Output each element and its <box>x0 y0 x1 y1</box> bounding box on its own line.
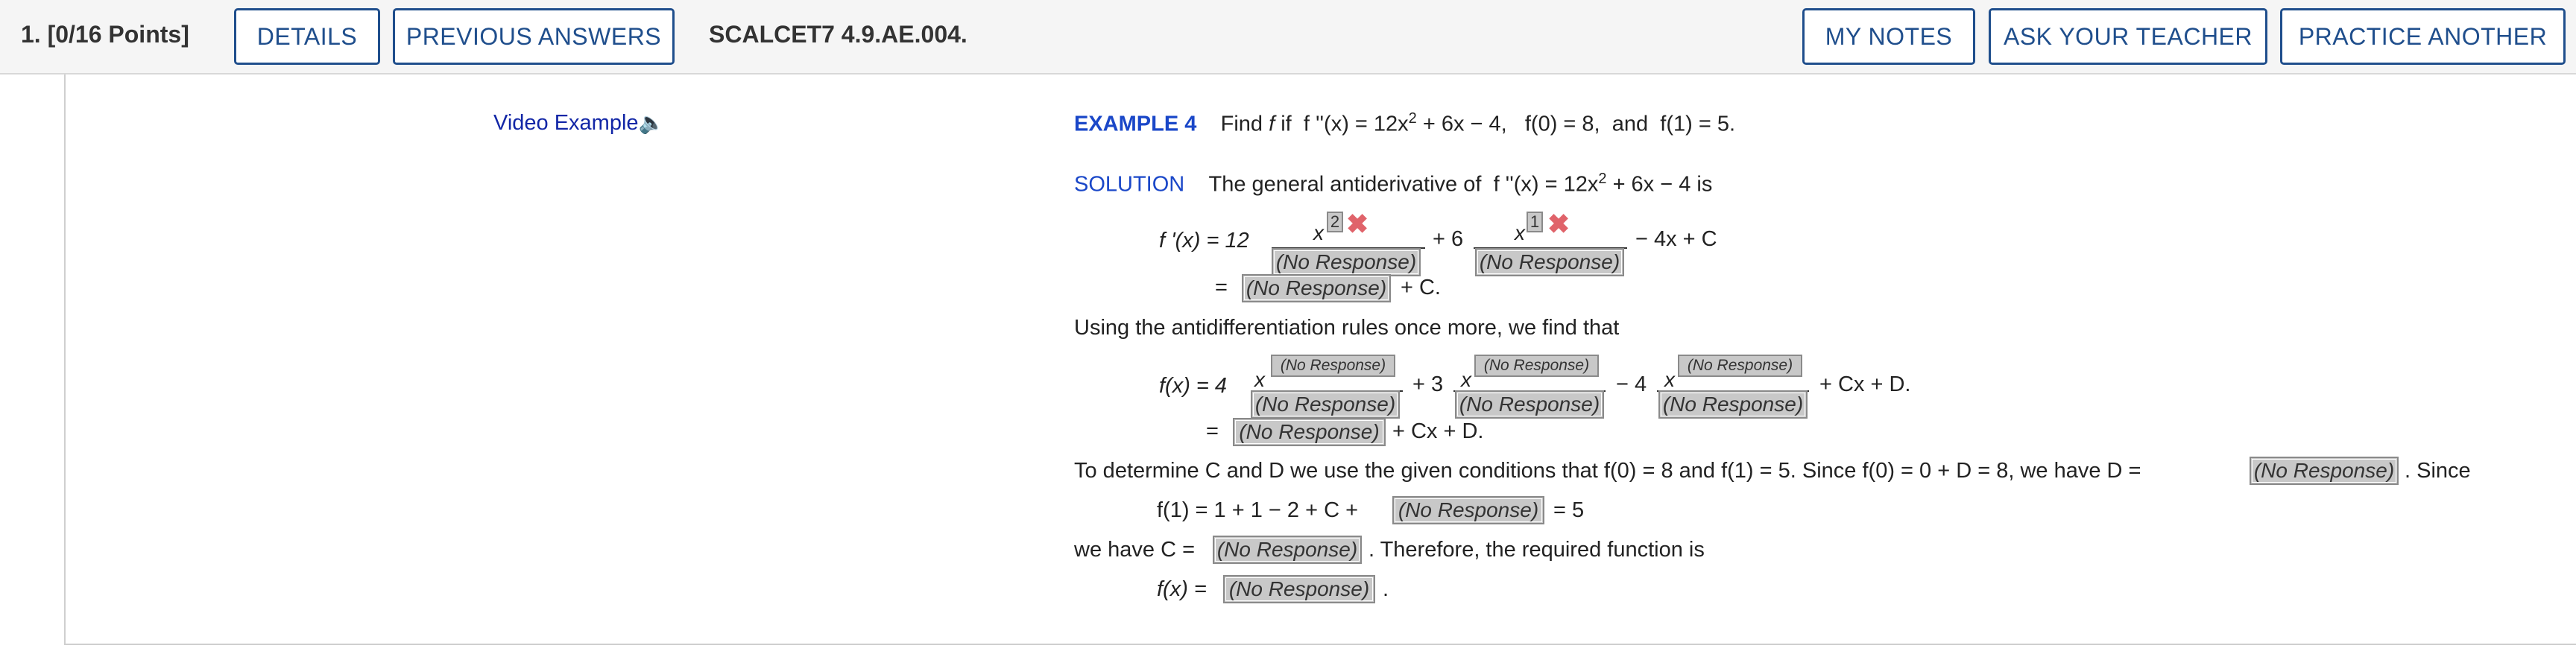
fx-denominator-3[interactable]: (No Response) <box>1658 390 1808 419</box>
determine-since: . Since <box>2405 459 2471 483</box>
determine-line-3-pre: we have C = <box>1074 538 1196 562</box>
speaker-icon: 🔈 <box>638 111 665 134</box>
details-button[interactable]: DETAILS <box>234 8 380 65</box>
fprime-eq: = <box>1215 276 1228 299</box>
final-lhs: f(x) = <box>1157 577 1207 601</box>
problem-code: SCALCET7 4.9.AE.004. <box>709 21 967 48</box>
example-f: f <box>1269 112 1275 136</box>
solution-expr: f ''(x) = 12x <box>1493 172 1599 197</box>
previous-answers-button[interactable]: PREVIOUS ANSWERS <box>393 8 675 65</box>
f1-answer[interactable]: (No Response) <box>1392 496 1544 524</box>
final-answer[interactable]: (No Response) <box>1223 575 1375 603</box>
fprime-plusC: + C. <box>1401 276 1441 299</box>
fx-minus4: − 4 <box>1616 372 1647 396</box>
incorrect-icon: ✖ <box>1346 209 1369 239</box>
fprime-exponent-2[interactable]: 1 <box>1527 212 1543 232</box>
fprime-plus6: + 6 <box>1433 227 1464 251</box>
using-text: Using the antidifferentiation rules once… <box>1074 316 1620 340</box>
fprime-lhs: f '(x) = 12 <box>1159 229 1249 253</box>
fprime-denominator-2[interactable]: (No Response) <box>1475 248 1624 276</box>
fprime-x2: x <box>1515 221 1525 244</box>
fx-exponent-1[interactable]: (No Response) <box>1271 355 1395 377</box>
fx-eq: = <box>1206 419 1219 443</box>
fprime-x1: x <box>1313 221 1324 244</box>
ask-your-teacher-button[interactable]: ASK YOUR TEACHER <box>1989 8 2267 65</box>
incorrect-icon: ✖ <box>1547 209 1570 239</box>
example-given-rest: + 6x − 4, <box>1422 112 1507 136</box>
fprime-exponent-1[interactable]: 2 <box>1327 212 1343 232</box>
determine-line-2-post: = 5 <box>1553 498 1585 522</box>
fx-denominator-1[interactable]: (No Response) <box>1251 390 1400 419</box>
solution-label: SOLUTION <box>1074 172 1185 197</box>
fx-plus3: + 3 <box>1412 372 1444 396</box>
solution-sup: 2 <box>1598 171 1607 187</box>
fx-x3: x <box>1664 368 1675 391</box>
fprime-tail: − 4x + C <box>1635 227 1717 251</box>
solution-text: The general antiderivative of <box>1208 172 1482 197</box>
fx-lhs: f(x) = 4 <box>1159 374 1228 398</box>
fx-simplified[interactable]: (No Response) <box>1233 418 1386 446</box>
determine-line-2-pre: f(1) = 1 + 1 − 2 + C + <box>1157 498 1359 522</box>
C-answer[interactable]: (No Response) <box>1213 536 1362 564</box>
my-notes-button[interactable]: MY NOTES <box>1802 8 1975 65</box>
fx-exponent-3[interactable]: (No Response) <box>1678 355 1802 377</box>
example-given-expr: f ''(x) = 12x <box>1303 112 1409 136</box>
example-and: and <box>1611 112 1649 136</box>
solution-line: SOLUTION The general antiderivative of f… <box>1074 171 1712 197</box>
solution-expr-rest: + 6x − 4 is <box>1612 172 1713 197</box>
example-find: Find <box>1220 112 1263 136</box>
fx-x1: x <box>1254 368 1265 391</box>
fx-denominator-2[interactable]: (No Response) <box>1455 390 1604 419</box>
fprime-denominator-1[interactable]: (No Response) <box>1272 248 1421 276</box>
example-f1: f(1) = 5. <box>1660 112 1736 136</box>
video-example-label: Video Example <box>493 111 639 135</box>
example-if: if <box>1281 112 1292 136</box>
fx-x2: x <box>1461 368 1471 391</box>
example-sup: 2 <box>1408 110 1417 127</box>
determine-line-3-post: . Therefore, the required function is <box>1368 538 1705 562</box>
fx-tail: + Cx + D. <box>1819 372 1911 396</box>
fx-exponent-2[interactable]: (No Response) <box>1474 355 1599 377</box>
practice-another-button[interactable]: PRACTICE ANOTHER <box>2280 8 2566 65</box>
D-answer[interactable]: (No Response) <box>2250 457 2399 485</box>
fprime-simplified[interactable]: (No Response) <box>1242 274 1391 302</box>
question-header: 1. [0/16 Points] DETAILS PREVIOUS ANSWER… <box>0 0 2576 74</box>
question-points: 1. [0/16 Points] <box>21 21 189 48</box>
example-f0: f(0) = 8, <box>1524 112 1600 136</box>
final-period: . <box>1383 577 1389 601</box>
determine-line-1: To determine C and D we use the given co… <box>1074 459 2141 483</box>
fx-tail2: + Cx + D. <box>1392 419 1484 443</box>
example-label: EXAMPLE 4 <box>1074 112 1197 136</box>
example-statement: EXAMPLE 4 Find f if f ''(x) = 12x2 + 6x … <box>1074 110 1735 137</box>
video-example-link[interactable]: Video Example🔈 <box>493 110 664 136</box>
